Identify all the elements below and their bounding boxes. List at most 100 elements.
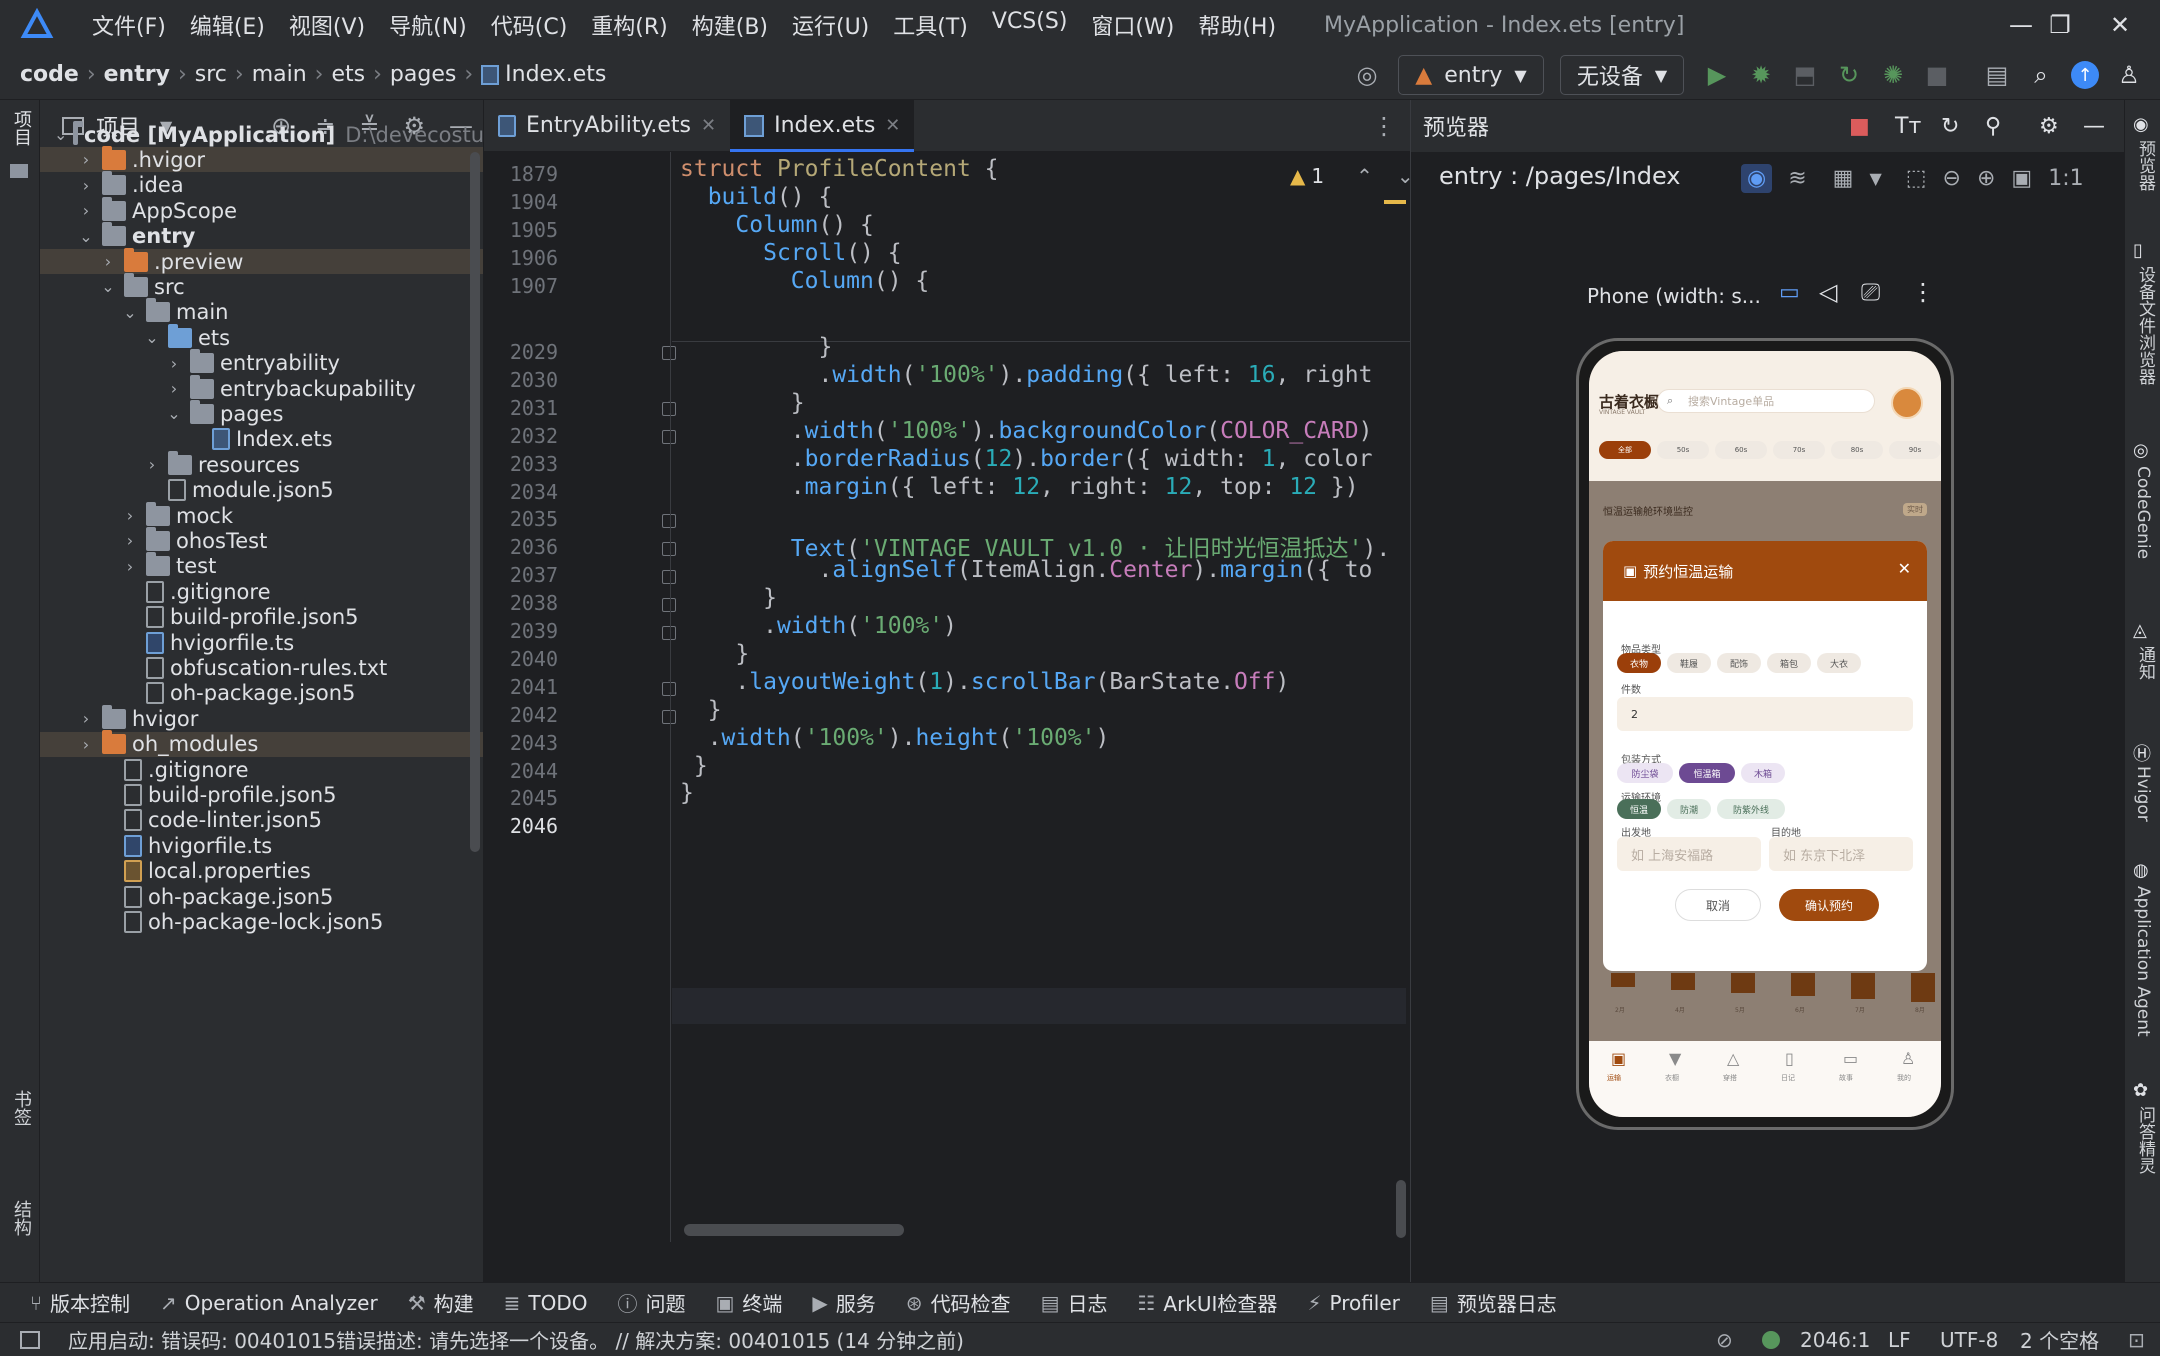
- target-icon[interactable]: ◎: [1352, 55, 1382, 95]
- right-tool-tab[interactable]: Application Agent: [2133, 886, 2153, 1037]
- era-chip[interactable]: 90s: [1889, 441, 1941, 459]
- font-size-icon[interactable]: Tт: [1895, 114, 1921, 139]
- tree-row[interactable]: build-profile.json5: [40, 605, 483, 630]
- chevron-right-icon[interactable]: ›: [76, 709, 96, 728]
- fit-icon[interactable]: ⬚: [1906, 166, 1927, 191]
- chevron-right-icon[interactable]: ›: [76, 735, 96, 754]
- chip[interactable]: 大衣: [1817, 653, 1861, 673]
- actual-size-icon[interactable]: 1:1: [2048, 166, 2083, 191]
- fold-marker-icon[interactable]: [662, 710, 676, 724]
- zoom-out-icon[interactable]: ⊖: [1943, 166, 1961, 191]
- bottom-tool-button[interactable]: ▶ 服务: [812, 1288, 875, 1317]
- status-message[interactable]: 应用启动: 错误码: 00401015错误描述: 请先选择一个设备。 // 解决…: [68, 1325, 964, 1354]
- tree-row[interactable]: › entrybackupability: [40, 374, 483, 401]
- count-input[interactable]: 2: [1617, 697, 1913, 731]
- profile-icon[interactable]: ✺: [1876, 55, 1910, 95]
- tree-row[interactable]: obfuscation-rules.txt: [40, 655, 483, 680]
- tree-row[interactable]: .gitignore: [40, 757, 483, 782]
- menu-item[interactable]: 窗口(W): [1079, 9, 1186, 41]
- phone-device-icon[interactable]: ▭: [1779, 280, 1800, 305]
- code-line[interactable]: .width('100%').padding({ left: 16, right: [680, 362, 1372, 388]
- tree-row[interactable]: local.properties: [40, 859, 483, 884]
- fold-marker-icon[interactable]: [662, 514, 676, 528]
- maximize-button[interactable]: ❐: [2030, 0, 2090, 50]
- menu-item[interactable]: 帮助(H): [1186, 9, 1288, 41]
- chevron-right-icon[interactable]: ›: [76, 176, 96, 195]
- bottom-tool-button[interactable]: ⓘ 问题: [618, 1288, 686, 1317]
- code-line[interactable]: }: [680, 697, 722, 723]
- chip[interactable]: 恒温: [1617, 799, 1661, 819]
- chevron-down-icon[interactable]: ⌄: [164, 404, 184, 423]
- right-tool-icon[interactable]: ◉: [2133, 114, 2149, 135]
- fold-marker-icon[interactable]: [662, 346, 676, 360]
- back-icon[interactable]: ◁: [1819, 278, 1837, 306]
- broom-icon[interactable]: ⚲: [1985, 114, 2001, 139]
- code-line[interactable]: .margin({ left: 12, right: 12, top: 12 }…: [680, 474, 1359, 500]
- tree-row[interactable]: › oh_modules: [40, 730, 483, 757]
- module-combo[interactable]: ▲ entry ▼: [1398, 55, 1544, 95]
- code-line[interactable]: }: [680, 780, 694, 806]
- tree-row[interactable]: › .preview: [40, 247, 483, 274]
- tree-row[interactable]: ⌄ code [MyApplication] D:\devecostu: [40, 120, 483, 147]
- bottom-tool-button[interactable]: ≣ TODO: [504, 1291, 588, 1315]
- run-icon[interactable]: ▶: [1700, 55, 1734, 95]
- bottom-tool-button[interactable]: ⑂ 版本控制: [30, 1288, 130, 1317]
- tree-row[interactable]: oh-package-lock.json5: [40, 909, 483, 934]
- device-manager-icon[interactable]: ▤: [1980, 55, 2014, 95]
- code-line[interactable]: .borderRadius(12).border({ width: 1, col…: [680, 446, 1373, 472]
- tab-index[interactable]: Index.ets ✕: [730, 99, 915, 152]
- era-chip[interactable]: 全部: [1599, 441, 1651, 459]
- tree-row[interactable]: .gitignore: [40, 579, 483, 604]
- fold-marker-icon[interactable]: [662, 626, 676, 640]
- right-tool-tab[interactable]: Hvigor: [2133, 766, 2153, 822]
- close-tab-icon[interactable]: ✕: [885, 115, 900, 136]
- breadcrumb-item[interactable]: pages: [390, 62, 456, 87]
- breadcrumb-item[interactable]: ets: [331, 62, 365, 87]
- era-chip[interactable]: 70s: [1773, 441, 1825, 459]
- grid-icon[interactable]: ▦: [1833, 166, 1854, 191]
- inspector-icon[interactable]: ◉: [1741, 163, 1773, 193]
- warning-marker[interactable]: [1384, 200, 1406, 204]
- right-tool-icon[interactable]: Ⓗ: [2133, 740, 2151, 766]
- bottom-tool-button[interactable]: ⚒ 构建: [408, 1288, 474, 1317]
- stop-icon[interactable]: ■: [1920, 55, 1954, 95]
- era-chip[interactable]: 80s: [1831, 441, 1883, 459]
- attach-debugger-icon[interactable]: ⬒: [1788, 55, 1822, 95]
- fold-marker-icon[interactable]: [662, 570, 676, 584]
- chevron-up-icon[interactable]: ⌃: [1356, 164, 1373, 188]
- chip[interactable]: 木箱: [1741, 763, 1785, 783]
- menu-item[interactable]: 视图(V): [277, 9, 377, 41]
- tree-row[interactable]: ⌄ entry: [40, 222, 483, 249]
- tree-row[interactable]: oh-package.json5: [40, 681, 483, 706]
- code-line[interactable]: Column() {: [680, 268, 929, 294]
- chip[interactable]: 防紫外线: [1717, 799, 1785, 819]
- phone-screen[interactable]: 古着衣橱 VINTAGE VAULT 搜索Vintage单品 ⌕ 全部 50s 60…: [1589, 351, 1941, 1117]
- chip[interactable]: 防潮: [1667, 799, 1711, 819]
- tree-row[interactable]: ⌄ ets: [40, 323, 483, 350]
- code-line[interactable]: Scroll() {: [680, 240, 901, 266]
- bottom-tool-button[interactable]: ▣ 终端: [716, 1288, 783, 1317]
- tree-row[interactable]: ⌄ src: [40, 272, 483, 299]
- lock-icon[interactable]: ⊡: [2128, 1328, 2145, 1352]
- refresh-icon[interactable]: ↻: [1941, 114, 1959, 139]
- menu-item[interactable]: 代码(C): [479, 9, 580, 41]
- chevron-right-icon[interactable]: ›: [76, 150, 96, 169]
- right-tool-tab[interactable]: CodeGenie: [2133, 466, 2153, 559]
- chevron-down-icon[interactable]: ⌄: [76, 227, 96, 246]
- gear-icon[interactable]: ⚙: [2039, 114, 2059, 139]
- file-encoding[interactable]: UTF-8: [1940, 1328, 1998, 1352]
- close-window-button[interactable]: ✕: [2090, 0, 2150, 50]
- menu-item[interactable]: 重构(R): [579, 9, 679, 41]
- chip[interactable]: 箱包: [1767, 653, 1811, 673]
- right-tool-icon[interactable]: ✿: [2133, 1080, 2148, 1101]
- tree-row[interactable]: hvigorfile.ts: [40, 630, 483, 655]
- fold-marker-icon[interactable]: [662, 682, 676, 696]
- chevron-right-icon[interactable]: ›: [120, 531, 140, 550]
- right-tool-icon[interactable]: ◍: [2133, 860, 2149, 881]
- chevron-down-icon[interactable]: ⌄: [142, 328, 162, 347]
- cancel-button[interactable]: 取消: [1675, 889, 1761, 921]
- menu-item[interactable]: 导航(N): [377, 9, 479, 41]
- apply-changes-icon[interactable]: ↻: [1832, 55, 1866, 95]
- cursor-position[interactable]: 2046:1: [1800, 1328, 1870, 1352]
- zoom-in-icon[interactable]: ⊕: [1977, 166, 1995, 191]
